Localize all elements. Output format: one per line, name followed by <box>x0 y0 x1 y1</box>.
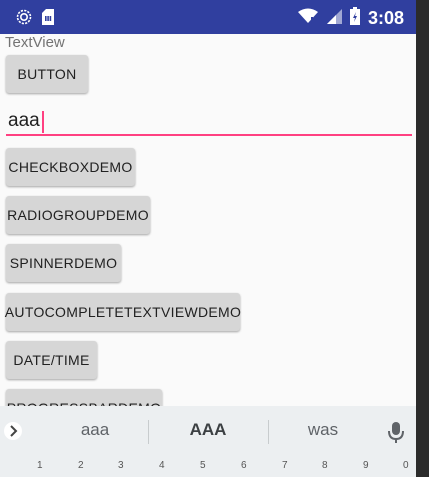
radiogroupdemo-button[interactable]: RADIOGROUPDEMO <box>6 196 150 234</box>
button-button[interactable]: BUTTON <box>6 55 88 93</box>
suggestion-divider <box>268 420 269 444</box>
key-hint-digit: 3 <box>118 460 124 471</box>
microphone-icon[interactable] <box>388 420 404 444</box>
key-hint-digit: 8 <box>322 460 328 471</box>
window-edge <box>416 0 429 477</box>
suggestion-center[interactable]: AAA <box>173 420 243 440</box>
edit-text-field[interactable]: aaa <box>6 108 412 136</box>
chevron-right-icon[interactable] <box>4 420 22 442</box>
edit-text-value: aaa <box>8 110 40 131</box>
clock-time: 3:08 <box>367 8 404 28</box>
soft-keyboard: aaa AAA was 1 2 3 4 5 6 7 8 9 0 <box>0 406 416 477</box>
suggestion-strip: aaa AAA was <box>0 406 416 456</box>
textview-label: TextView <box>5 34 65 51</box>
spinnerdemo-button[interactable]: SPINNERDEMO <box>6 244 121 282</box>
text-caret <box>42 111 44 133</box>
wifi-icon <box>297 8 318 29</box>
date-time-button[interactable]: DATE/TIME <box>6 341 97 379</box>
key-hint-digit: 0 <box>403 460 409 471</box>
key-hint-digit: 1 <box>37 460 43 471</box>
key-hint-digit: 6 <box>241 460 247 471</box>
suggestion-right[interactable]: was <box>288 420 358 440</box>
key-hint-digit: 2 <box>78 460 84 471</box>
checkboxdemo-button[interactable]: CHECKBOXDEMO <box>6 148 135 186</box>
sim-card-icon <box>42 9 54 30</box>
suggestion-left[interactable]: aaa <box>60 420 130 440</box>
signal-icon <box>326 8 342 29</box>
suggestion-divider <box>148 420 149 444</box>
app-content: TextView BUTTON aaa CHECKBOXDEMO RADIOGR… <box>0 34 416 427</box>
key-hint-digit: 4 <box>159 460 165 471</box>
status-bar: 3:08 <box>0 0 416 34</box>
status-bar-right: 3:08 <box>297 7 404 30</box>
autocompletetextviewdemo-button[interactable]: AUTOCOMPLETETEXTVIEWDEMO <box>5 293 241 331</box>
key-hint-digit: 5 <box>200 460 206 471</box>
status-bar-left <box>16 9 54 30</box>
battery-icon <box>349 7 360 30</box>
key-hint-digit: 7 <box>282 460 288 471</box>
device-screen: 3:08 TextView BUTTON aaa CHECKBOXDEMO RA… <box>0 0 416 477</box>
key-hint-digit: 9 <box>363 460 369 471</box>
settings-gear-icon <box>16 9 32 30</box>
